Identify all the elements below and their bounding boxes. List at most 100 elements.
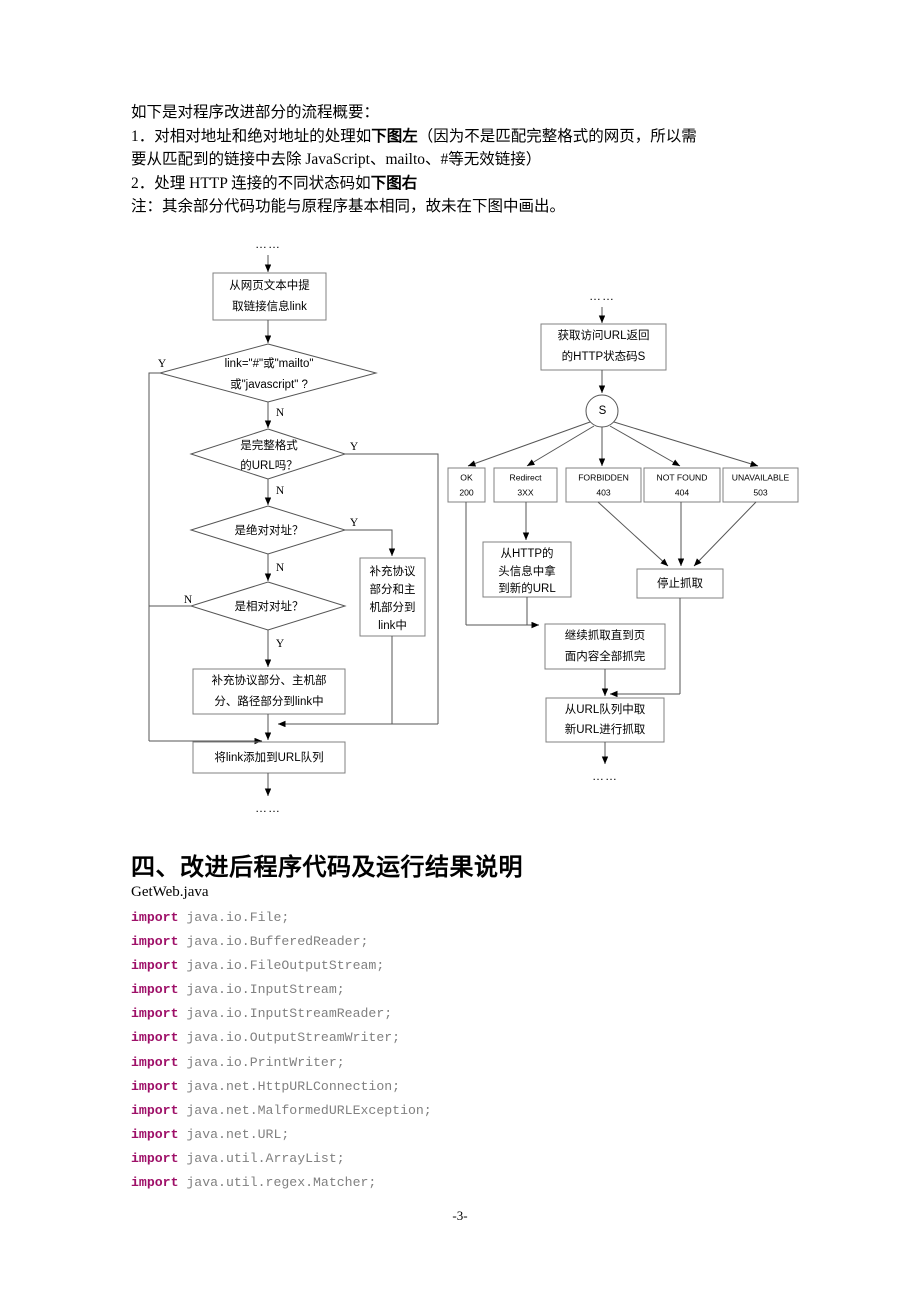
node-fill-proto-host-line2: 部分和主	[370, 582, 416, 596]
node-decide-absolute-label: 是绝对对址？	[235, 523, 304, 537]
code-keyword: import	[131, 1175, 179, 1191]
status-box-3-name: NOT FOUND	[657, 472, 708, 482]
code-line: import java.net.HttpURLConnection;	[131, 1075, 432, 1099]
code-line: import java.io.PrintWriter;	[131, 1051, 432, 1075]
intro-line-1: 如下是对程序改进部分的流程概要：	[131, 104, 380, 121]
code-identifier: java.net.URL;	[178, 1126, 290, 1142]
status-box-4-code: 503	[753, 487, 768, 497]
node-continue-fetch-line1: 继续抓取直到页	[565, 628, 646, 642]
label-relative-no: N	[184, 594, 193, 606]
intro-line-2-text: 1．对相对地址和绝对地址的处理如	[131, 127, 372, 145]
node-decide-invalid-line2: 或"javascript" ?	[230, 378, 308, 391]
status-box-2-code: 403	[596, 487, 611, 497]
code-identifier: java.util.regex.Matcher;	[178, 1175, 377, 1191]
node-get-new-url-line3: 到新的URL	[498, 581, 556, 595]
node-switch-s-label: S	[599, 405, 607, 417]
node-decide-invalid	[158, 343, 378, 403]
code-identifier: java.net.HttpURLConnection;	[178, 1078, 401, 1094]
page-title: 四、改进后程序代码及运行结果说明	[131, 854, 523, 881]
right-ellipsis-bottom: ……	[592, 769, 618, 783]
status-box-3-code: 404	[675, 487, 690, 497]
code-identifier: java.io.PrintWriter;	[178, 1054, 345, 1070]
code-line: import java.net.URL;	[131, 1123, 432, 1147]
label-invalid-no: N	[276, 407, 285, 419]
code-line: import java.io.FileOutputStream;	[131, 954, 432, 978]
intro-line-2: 1．对相对地址和绝对地址的处理如下图左（因为不是匹配完整格式的网页，所以需	[131, 125, 821, 149]
code-keyword: import	[131, 1150, 179, 1166]
code-keyword: import	[131, 1054, 179, 1070]
code-keyword: import	[131, 1126, 179, 1142]
code-identifier: java.io.InputStreamReader;	[178, 1006, 393, 1022]
intro-paragraph: 如下是对程序改进部分的流程概要： 1．对相对地址和绝对地址的处理如下图左（因为不…	[131, 101, 821, 219]
node-decide-invalid-line1: link="#"或"mailto"	[225, 357, 314, 370]
code-keyword: import	[131, 934, 179, 950]
label-full-url-yes: Y	[350, 441, 359, 453]
code-keyword: import	[131, 982, 179, 998]
node-stop-fetch-label: 停止抓取	[657, 576, 703, 590]
code-keyword: import	[131, 1030, 179, 1046]
node-fill-proto-host-path-line1: 补充协议部分、主机部	[212, 673, 327, 687]
code-keyword: import	[131, 1102, 179, 1118]
node-fill-proto-host-path-line2: 分、路径部分到link中	[214, 694, 323, 708]
node-extract-link-line2: 取链接信息link	[232, 299, 307, 313]
node-get-status-line2: 的HTTP状态码S	[562, 349, 646, 363]
status-box-2-name: FORBIDDEN	[578, 472, 629, 482]
node-get-new-url-line1: 从HTTP的	[500, 546, 553, 560]
flowchart-figure: …… 从网页文本中提 取链接信息link link="#"或"mailto" 或…	[0, 228, 920, 828]
code-line: import java.util.ArrayList;	[131, 1147, 432, 1171]
label-absolute-yes: Y	[350, 517, 359, 529]
status-box-0-name: OK	[460, 472, 473, 482]
label-full-url-no: N	[276, 485, 285, 497]
status-box-4-name: UNAVAILABLE	[732, 472, 790, 482]
code-keyword: import	[131, 958, 179, 974]
node-fill-proto-host-line4: link中	[378, 619, 407, 632]
code-keyword: import	[131, 910, 179, 925]
code-line: import java.io.InputStreamReader;	[131, 1002, 432, 1026]
code-block: import java.io.File; import java.io.Buffe…	[131, 906, 432, 1195]
code-identifier: java.io.File;	[178, 910, 290, 925]
code-identifier: java.io.InputStream;	[178, 982, 345, 998]
code-keyword: import	[131, 1006, 179, 1022]
node-next-url-line1: 从URL队列中取	[565, 702, 646, 716]
code-identifier: java.io.BufferedReader;	[178, 934, 369, 950]
node-fill-proto-host-line1: 补充协议	[370, 564, 416, 578]
node-get-new-url-line2: 头信息中拿	[498, 564, 556, 578]
intro-line-3: 要从匹配到的链接中去除 JavaScript、mailto、#等无效链接）	[131, 151, 542, 168]
code-line: import java.io.OutputStreamWriter;	[131, 1026, 432, 1050]
node-continue-fetch-line2: 面内容全部抓完	[565, 649, 646, 663]
node-decide-full-url-line2: 的URL吗？	[240, 458, 298, 472]
intro-line-4: 2．处理 HTTP 连接的不同状态码如下图右	[131, 172, 821, 196]
intro-line-4-text: 2．处理 HTTP 连接的不同状态码如	[131, 174, 371, 192]
label-invalid-yes: Y	[158, 358, 167, 370]
code-keyword: import	[131, 1078, 179, 1094]
left-ellipsis-bottom: ……	[255, 801, 281, 815]
code-line: import java.net.MalformedURLException;	[131, 1099, 432, 1123]
intro-line-5: 注：其余部分代码功能与原程序基本相同，故未在下图中画出。	[131, 198, 566, 215]
page-number: -3-	[452, 1208, 468, 1223]
code-line: import java.io.BufferedReader;	[131, 930, 432, 954]
emphasis-below-left: 下图左	[371, 127, 418, 145]
code-identifier: java.util.ArrayList;	[178, 1150, 345, 1166]
code-identifier: java.io.FileOutputStream;	[178, 958, 385, 974]
label-absolute-no: N	[276, 562, 285, 574]
node-extract-link-line1: 从网页文本中提	[229, 278, 310, 292]
code-identifier: java.io.OutputStreamWriter;	[178, 1030, 401, 1046]
node-next-url-line2: 新URL进行抓取	[565, 722, 646, 736]
node-add-to-queue-label: 将link添加到URL队列	[214, 750, 323, 764]
status-box-1-name: Redirect	[510, 472, 543, 482]
code-line: import java.io.InputStream;	[131, 978, 432, 1002]
status-box-1-code: 3XX	[517, 487, 534, 497]
code-identifier: java.net.MalformedURLException;	[178, 1102, 432, 1118]
code-line: import java.io.File;	[131, 906, 432, 930]
right-ellipsis-top: ……	[589, 289, 615, 303]
emphasis-below-right: 下图右	[370, 174, 418, 192]
left-ellipsis-top: ……	[255, 237, 281, 251]
document-page: 如下是对程序改进部分的流程概要： 1．对相对地址和绝对地址的处理如下图左（因为不…	[0, 0, 920, 1302]
node-decide-relative-label: 是相对对址？	[235, 599, 304, 613]
code-filename: GetWeb.java	[131, 884, 209, 900]
node-fill-proto-host-line3: 机部分到	[370, 600, 416, 614]
label-relative-yes: Y	[276, 638, 285, 650]
intro-line-2-tail: （因为不是匹配完整格式的网页，所以需	[417, 127, 697, 145]
node-decide-full-url-line1: 是完整格式	[240, 438, 298, 452]
node-get-status-line1: 获取访问URL返回	[557, 329, 649, 342]
